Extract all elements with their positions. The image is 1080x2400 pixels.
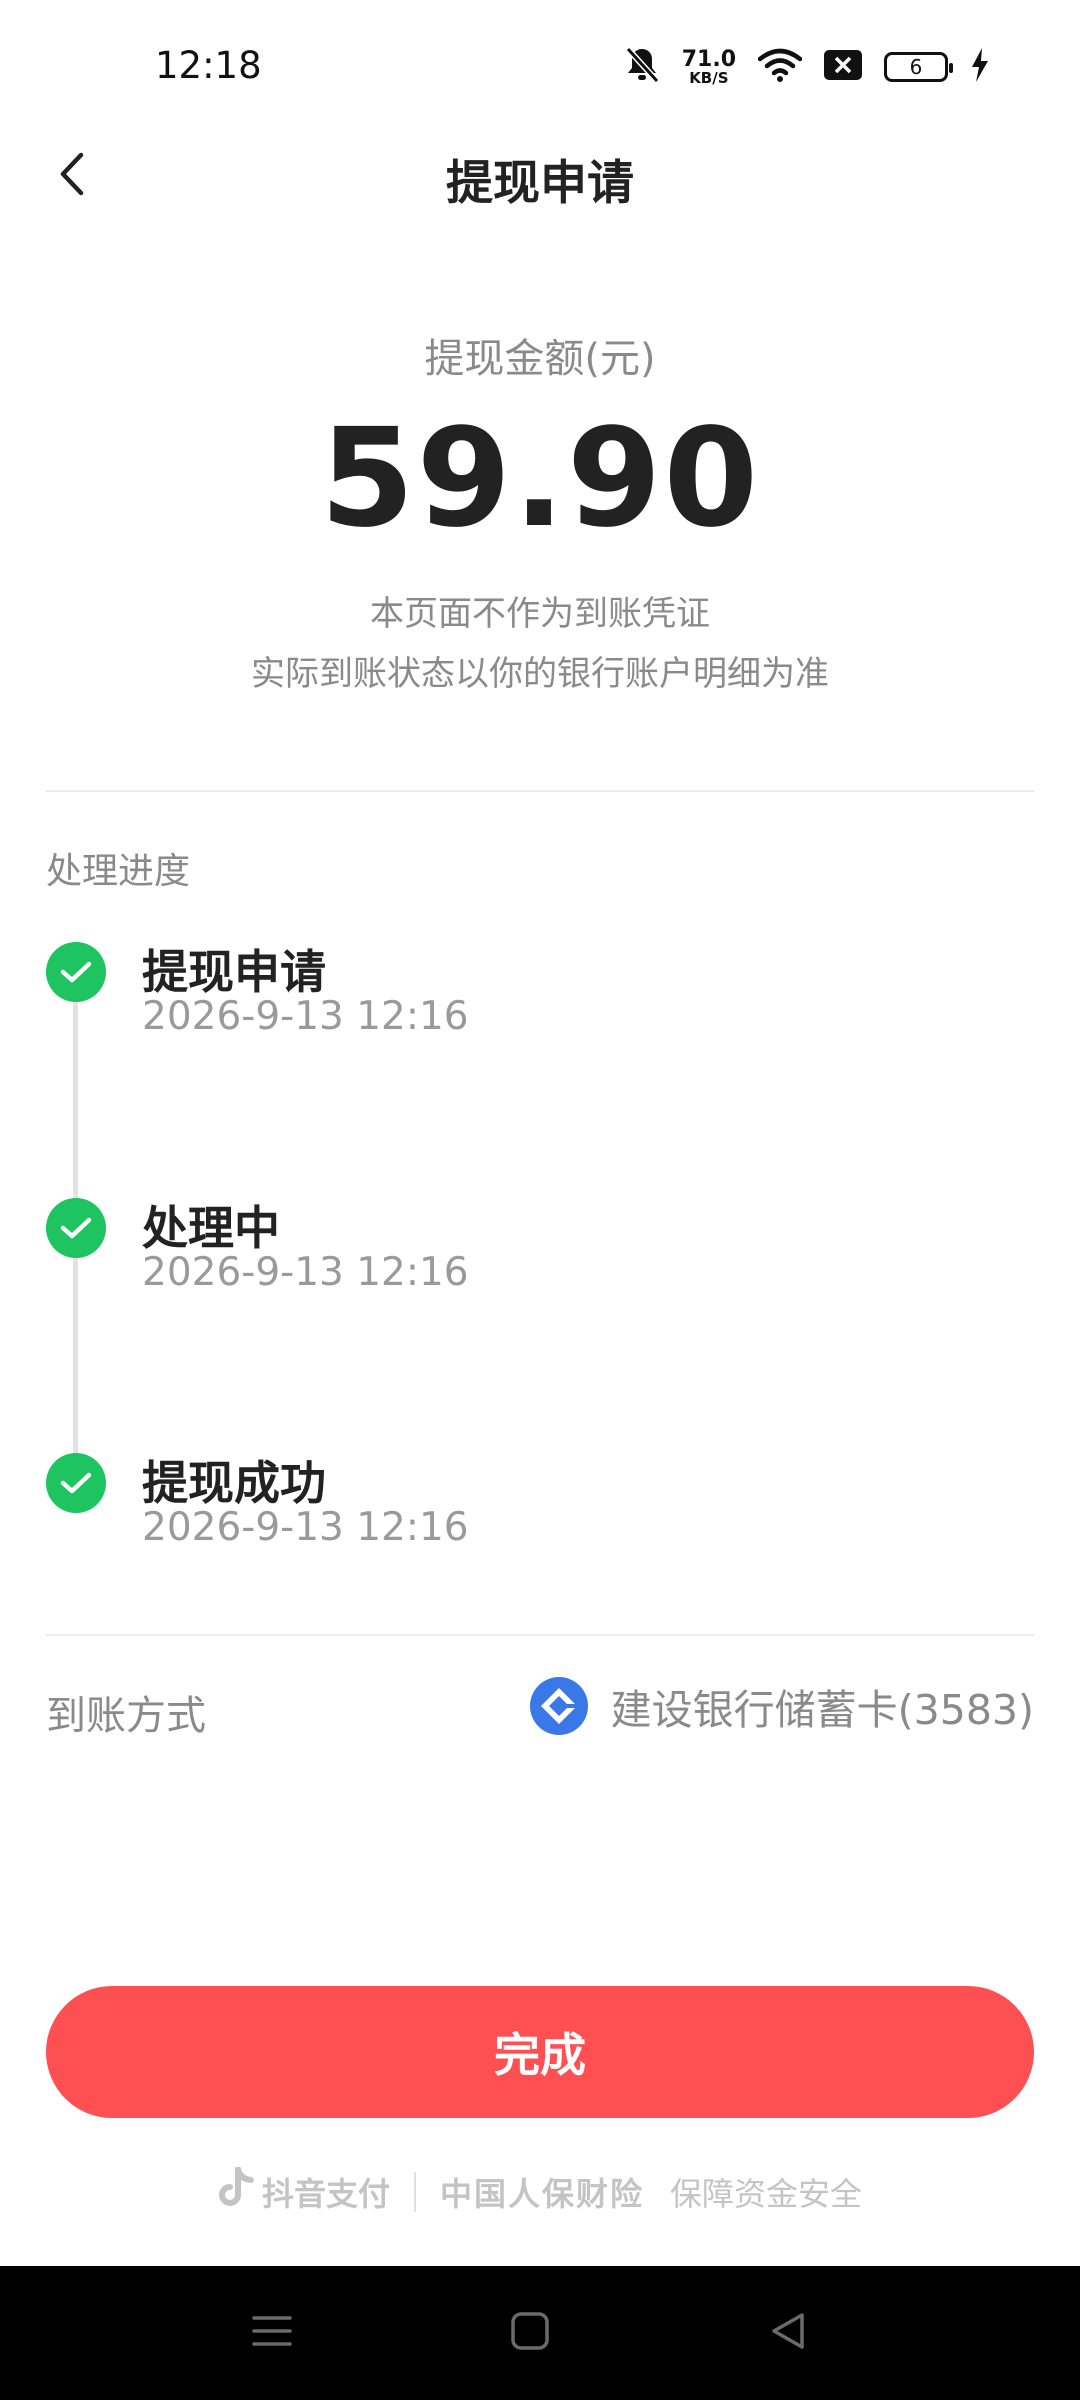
divider	[46, 790, 1034, 792]
done-button[interactable]: 完成	[46, 1986, 1034, 2118]
check-circle-icon	[46, 1453, 106, 1513]
bell-muted-icon	[624, 45, 660, 89]
ccb-bank-logo-icon	[529, 1676, 589, 1736]
progress-step-processing: 处理中 2026-9-13 12:16	[46, 1198, 946, 1318]
douyin-pay-text: 抖音支付	[261, 2175, 390, 2213]
menu-lines-icon	[252, 2314, 292, 2352]
nav-back-button[interactable]	[748, 2296, 828, 2370]
status-time: 12:18	[155, 44, 262, 87]
charging-icon	[970, 48, 990, 86]
footer-brand: 抖音支付 中国人保财险 保障资金安全	[0, 2164, 1080, 2220]
tiktok-note-icon	[218, 2166, 254, 2217]
back-triangle-icon	[768, 2311, 808, 2355]
notice-line-1: 本页面不作为到账凭证	[370, 594, 710, 634]
step-label: 提现成功	[142, 1456, 326, 1510]
payout-method-value: 建设银行储蓄卡(3583)	[529, 1676, 1034, 1736]
status-bar: 12:18 71.0 KB/S 6	[0, 0, 1080, 140]
step-time: 2026-9-13 12:16	[142, 1250, 469, 1295]
page-title: 提现申请	[446, 156, 634, 211]
progress-section-title: 处理进度	[46, 851, 191, 892]
step-time: 2026-9-13 12:16	[142, 1505, 469, 1550]
security-slogan: 保障资金安全	[670, 2175, 863, 2213]
battery-level: 6	[909, 55, 923, 79]
bank-card-name: 建设银行储蓄卡(3583)	[610, 1686, 1034, 1734]
amount-value: 59.90	[319, 400, 761, 558]
system-nav-bar	[0, 2266, 1080, 2400]
notice-line-2: 实际到账状态以你的银行账户明细为准	[251, 654, 829, 694]
header: 提现申请	[0, 130, 1080, 220]
douyin-pay-brand: 抖音支付	[218, 2166, 390, 2217]
check-circle-icon	[46, 942, 106, 1002]
status-icons: 71.0 KB/S 6	[624, 44, 990, 90]
step-label: 处理中	[142, 1201, 280, 1255]
progress-step-apply: 提现申请 2026-9-13 12:16	[46, 942, 946, 1062]
nav-home-button[interactable]	[490, 2296, 570, 2370]
network-speed-unit: KB/S	[689, 68, 729, 87]
step-label: 提现申请	[142, 945, 326, 999]
insurer-brand: 中国人保财险	[439, 2175, 644, 2213]
check-circle-icon	[46, 1198, 106, 1258]
divider	[46, 1634, 1034, 1636]
amount-label: 提现金额(元)	[424, 336, 656, 382]
payout-method-label: 到账方式	[46, 1693, 206, 1739]
battery-icon: 6	[884, 52, 953, 82]
step-time: 2026-9-13 12:16	[142, 994, 469, 1039]
home-square-icon	[510, 2311, 550, 2355]
nav-recents-button[interactable]	[232, 2296, 312, 2370]
progress-step-success: 提现成功 2026-9-13 12:16	[46, 1453, 946, 1573]
network-speed: 71.0 KB/S	[681, 46, 736, 87]
sim-off-icon	[824, 50, 862, 84]
wifi-icon	[757, 47, 803, 87]
brand-separator	[413, 2172, 416, 2212]
network-speed-value: 71.0	[681, 46, 736, 72]
